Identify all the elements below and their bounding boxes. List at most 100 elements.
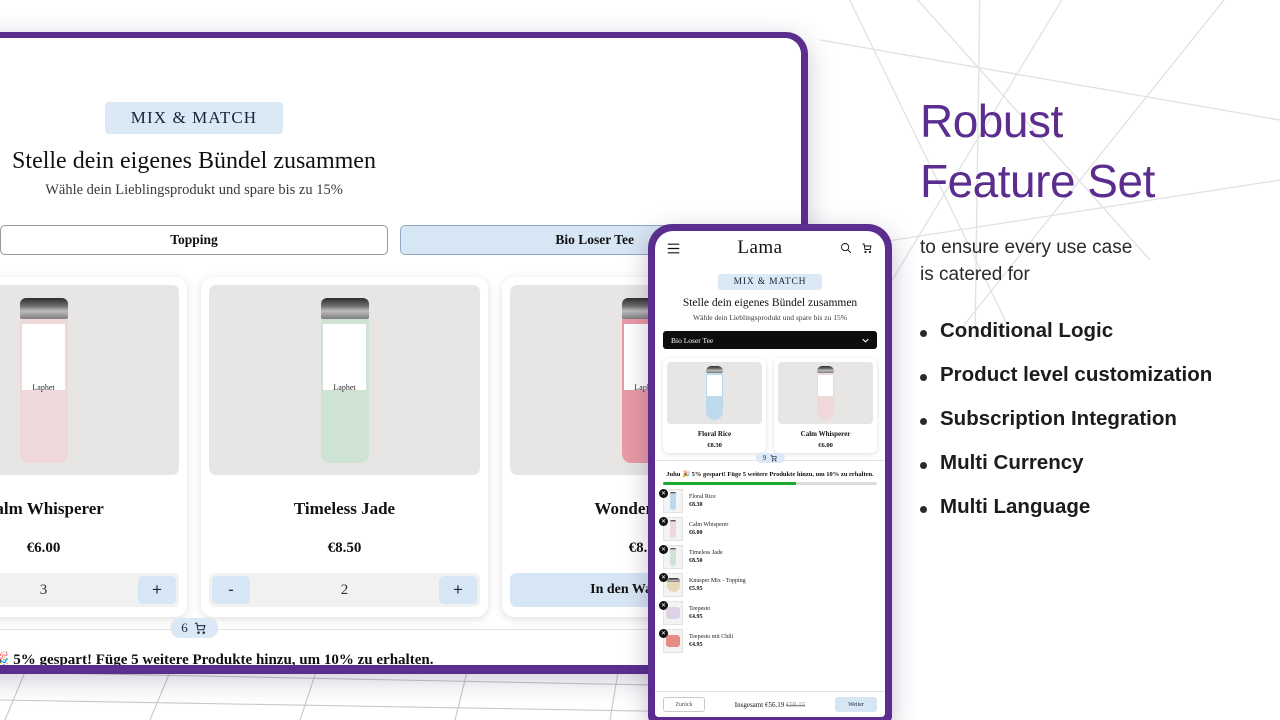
cart-item: ✕ Floral Rice €8.30 bbox=[659, 489, 877, 513]
product-card[interactable]: Laphet Timeless Jade €8.50 - 2 + bbox=[201, 277, 488, 617]
cart-item-name: Knusper Mix - Topping bbox=[689, 578, 746, 584]
product-card[interactable]: Laphet Calm Whisperer €6.00 - 3 + bbox=[0, 277, 187, 617]
progress-fill bbox=[663, 482, 796, 485]
cart-count-value: 6 bbox=[181, 620, 188, 635]
cart-item-name: Floral Rice bbox=[689, 494, 716, 500]
mobile-page-subtitle: Wähle dein Lieblingsprodukt und spare bi… bbox=[693, 313, 847, 322]
quantity-value: 3 bbox=[39, 581, 48, 598]
remove-item-icon[interactable]: ✕ bbox=[659, 489, 668, 498]
total-value: €56.19 bbox=[764, 700, 785, 709]
mobile-page-title: Stelle dein eigenes Bündel zusammen bbox=[682, 297, 858, 309]
product-name: Calm Whisperer bbox=[0, 499, 104, 518]
cart-item-name: Calm Whisperer bbox=[689, 522, 729, 528]
back-button[interactable]: Zurück bbox=[663, 697, 705, 712]
feature-list: Conditional Logic Product level customiz… bbox=[920, 319, 1270, 519]
bullet-icon bbox=[920, 505, 927, 513]
mix-match-badge: MIX & MATCH bbox=[104, 102, 284, 134]
feature-list-item: Product level customization bbox=[920, 363, 1270, 387]
desktop-topbar: Lama bbox=[0, 38, 801, 100]
shopping-cart-icon bbox=[194, 622, 206, 634]
mobile-topbar: Lama bbox=[655, 231, 885, 265]
tin-brand: Laphet bbox=[333, 383, 356, 393]
mobile-screen: Lama MIX & MATCH Stelle dein eigenes Bün… bbox=[655, 231, 885, 717]
increase-quantity-button[interactable]: + bbox=[138, 576, 176, 604]
cart-count-badge[interactable]: 6 bbox=[170, 618, 218, 638]
product-card[interactable]: Calm Whisperer €6.00 bbox=[774, 358, 877, 453]
search-icon[interactable] bbox=[840, 242, 852, 254]
product-quantity-stepper: - 2 + bbox=[209, 573, 480, 607]
panel-subtitle-line2: is catered for bbox=[920, 264, 1030, 286]
mobile-mix-match-badge: MIX & MATCH bbox=[717, 274, 823, 290]
panel-subtitle-line1: to ensure every use case bbox=[920, 236, 1133, 258]
bullet-icon bbox=[920, 373, 927, 381]
right-content-panel: Robust Feature Set to ensure every use c… bbox=[920, 92, 1270, 539]
cart-item-price: €4.95 bbox=[689, 642, 703, 648]
remove-item-icon[interactable]: ✕ bbox=[659, 545, 668, 554]
desktop-page-title: Stelle dein eigenes Bündel zusammen bbox=[12, 148, 376, 174]
feature-list-item: Multi Currency bbox=[920, 451, 1270, 475]
cart-item-price: €5.95 bbox=[689, 586, 703, 592]
product-price: €8.50 bbox=[327, 540, 362, 556]
product-card[interactable]: Floral Rice €8.30 bbox=[663, 358, 766, 453]
product-name: Floral Rice bbox=[697, 430, 732, 438]
product-image bbox=[778, 362, 873, 424]
mobile-cart-item-list: ✕ Floral Rice €8.30 ✕ Calm Whisperer €6.… bbox=[659, 489, 877, 653]
panel-title-line1: Robust bbox=[920, 95, 1063, 147]
mobile-badge-wrap: MIX & MATCH bbox=[655, 271, 885, 290]
bullet-icon bbox=[920, 417, 927, 425]
product-name: Timeless Jade bbox=[293, 499, 396, 518]
shopping-cart-icon bbox=[770, 455, 777, 462]
cart-count-value: 9 bbox=[762, 454, 767, 462]
quantity-value: 2 bbox=[340, 581, 349, 598]
tea-tin-graphic: Laphet bbox=[19, 297, 68, 463]
bullet-icon bbox=[920, 461, 927, 469]
discount-promo-message: Juhu 🎉 5% gespart! Füge 5 weitere Produk… bbox=[666, 471, 874, 478]
panel-title-line2: Feature Set bbox=[920, 154, 1155, 207]
cart-item: ✕ Teepesto €4.95 bbox=[659, 601, 877, 625]
desktop-page-subtitle: Wähle dein Lieblingsprodukt und spare bi… bbox=[45, 182, 343, 198]
mobile-category-select[interactable]: Bio Loser Tee bbox=[663, 331, 877, 349]
shopping-cart-icon[interactable] bbox=[861, 242, 873, 254]
cart-count-badge[interactable]: 9 bbox=[755, 453, 785, 463]
decrease-quantity-button[interactable]: - bbox=[212, 576, 250, 604]
increase-quantity-button[interactable]: + bbox=[439, 576, 477, 604]
product-price: €6.00 bbox=[818, 442, 833, 449]
cart-item: ✕ Timeless Jade €8.50 bbox=[659, 545, 877, 569]
cart-total: Insgesamt €56.19 €59.15 bbox=[711, 701, 829, 709]
cart-item-price: €8.50 bbox=[689, 558, 703, 564]
next-button[interactable]: Weiter bbox=[835, 697, 877, 712]
product-price: €8.30 bbox=[707, 442, 722, 449]
product-image: Laphet bbox=[209, 285, 480, 475]
product-image: Laphet bbox=[0, 285, 179, 475]
cart-item-name: Timeless Jade bbox=[689, 550, 723, 556]
mobile-cart-bar: 9 Juhu 🎉 5% gespart! Füge 5 weitere Prod… bbox=[655, 453, 885, 653]
hamburger-menu-icon[interactable] bbox=[667, 243, 680, 254]
mobile-footer-bar: Zurück Insgesamt €56.19 €59.15 Weiter bbox=[655, 691, 885, 717]
tin-brand: Laphet bbox=[32, 383, 55, 393]
mobile-logo[interactable]: Lama bbox=[680, 237, 840, 259]
product-price: €6.00 bbox=[26, 540, 61, 556]
cart-item-price: €4.95 bbox=[689, 614, 703, 620]
cart-item-name: Teepesto mit Chili bbox=[689, 634, 734, 640]
feature-list-item: Subscription Integration bbox=[920, 407, 1270, 431]
product-name: Calm Whisperer bbox=[800, 430, 851, 438]
feature-label: Product level customization bbox=[940, 362, 1213, 386]
mobile-product-grid: Floral Rice €8.30 Calm Whisperer €6.00 bbox=[655, 358, 885, 453]
feature-list-item: Multi Language bbox=[920, 495, 1270, 519]
mobile-category-value: Bio Loser Tee bbox=[671, 335, 714, 345]
desktop-badge-wrap: MIX & MATCH bbox=[0, 102, 801, 134]
cart-item: ✕ Calm Whisperer €6.00 bbox=[659, 517, 877, 541]
feature-label: Multi Language bbox=[940, 494, 1091, 518]
cart-item: ✕ Knusper Mix - Topping €5.95 bbox=[659, 573, 877, 597]
discount-progress-bar bbox=[663, 482, 877, 485]
feature-label: Multi Currency bbox=[940, 450, 1084, 474]
product-quantity-stepper: - 3 + bbox=[0, 573, 179, 607]
feature-label: Conditional Logic bbox=[940, 318, 1114, 342]
cart-item-price: €6.00 bbox=[689, 530, 703, 536]
feature-label: Subscription Integration bbox=[940, 406, 1177, 430]
remove-item-icon[interactable]: ✕ bbox=[659, 517, 668, 526]
total-label: Insgesamt bbox=[734, 700, 764, 709]
cart-item-name: Teepesto bbox=[689, 606, 711, 612]
tab-topping[interactable]: Topping bbox=[0, 225, 389, 255]
panel-subtitle: to ensure every use case is catered for bbox=[920, 234, 1270, 289]
